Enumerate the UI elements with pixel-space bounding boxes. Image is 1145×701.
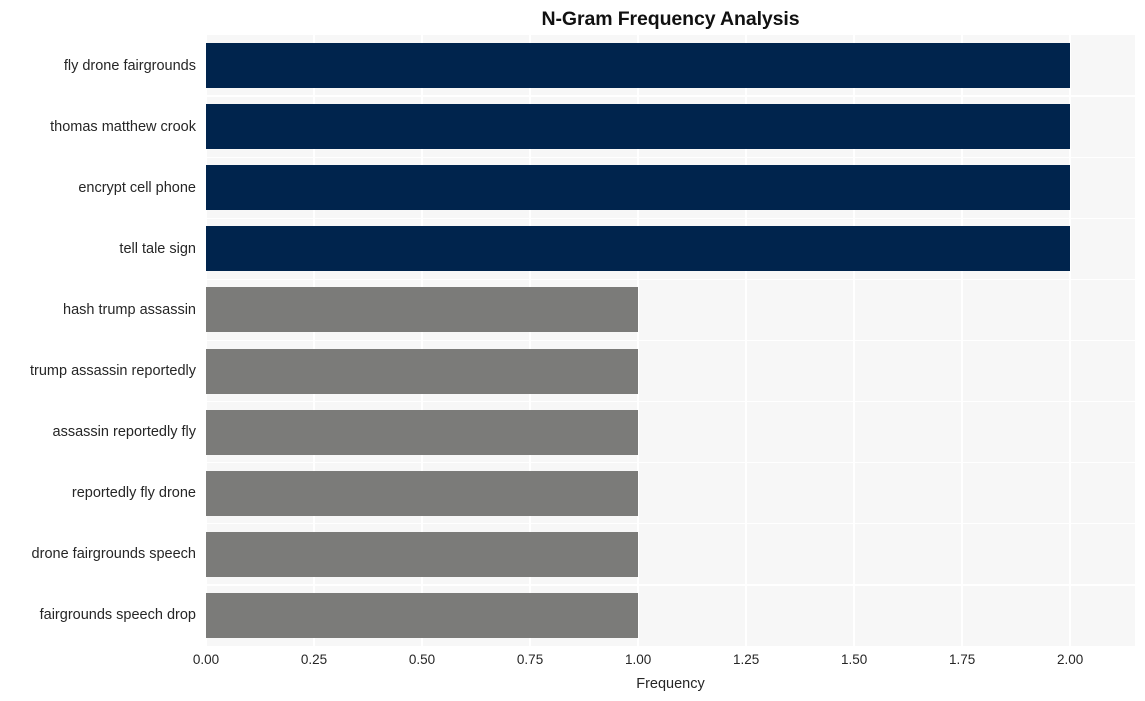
x-axis-label: Frequency	[636, 676, 705, 692]
bar[interactable]	[206, 104, 1071, 150]
y-axis-tick-label: fairgrounds speech drop	[39, 607, 196, 624]
y-axis-tick-label: thomas matthew crook	[50, 118, 196, 135]
y-axis-tick-label: encrypt cell phone	[78, 179, 196, 196]
y-axis-tick-label: trump assassin reportedly	[29, 363, 196, 380]
bar[interactable]	[206, 531, 639, 577]
y-axis-tick-label: drone fairgrounds speech	[31, 546, 196, 563]
x-axis-tick-label: 1.00	[624, 652, 652, 667]
x-axis-tick-label: 0.75	[516, 652, 544, 667]
x-axis-tick-label: 0.25	[300, 652, 328, 667]
gridline-y-3	[206, 217, 1135, 219]
x-axis-tick-label: 1.75	[949, 652, 976, 667]
gridline-y-5	[206, 339, 1135, 342]
bar[interactable]	[206, 409, 639, 455]
gridline-y-2	[206, 156, 1135, 158]
x-axis-tick-label: 1.25	[732, 652, 760, 667]
gridline-y-9	[206, 584, 1135, 586]
gridline-y-4	[206, 278, 1135, 281]
bar[interactable]	[206, 165, 1071, 211]
bar[interactable]	[206, 592, 639, 638]
ngram-frequency-chart: N-Gram Frequency Analysis fly drone fair…	[0, 0, 1145, 701]
x-axis-tick-label: 2.00	[1057, 652, 1084, 667]
chart-title: N-Gram Frequency Analysis	[541, 8, 800, 30]
gridline-y-7	[206, 462, 1135, 464]
gridline-y-8	[206, 523, 1135, 525]
x-axis-tick-label: 0.50	[408, 652, 436, 667]
plot-area	[206, 35, 1135, 646]
gridline-y-6	[206, 400, 1135, 403]
bar[interactable]	[206, 43, 1071, 89]
y-axis-tick-labels: fly drone fairgrounds thomas matthew croo…	[0, 35, 196, 646]
y-axis-tick-label: tell tale sign	[119, 240, 196, 257]
x-axis-tick-label: 1.50	[840, 652, 868, 667]
bar[interactable]	[206, 348, 639, 394]
y-axis-tick-label: reportedly fly drone	[71, 485, 196, 502]
bar[interactable]	[206, 470, 639, 516]
bar[interactable]	[206, 287, 639, 333]
y-axis-tick-label: hash trump assassin	[63, 301, 196, 318]
bar[interactable]	[206, 226, 1071, 272]
y-axis-tick-label: assassin reportedly fly	[52, 424, 196, 441]
x-axis-tick-labels: 0.00 0.25 0.50 0.75 1.00 1.25 1.50 1.75 2.00	[193, 651, 1135, 673]
y-axis-tick-label: fly drone fairgrounds	[63, 57, 196, 74]
gridline-y-1	[206, 95, 1135, 97]
x-axis-tick-label: 0.00	[192, 652, 220, 667]
